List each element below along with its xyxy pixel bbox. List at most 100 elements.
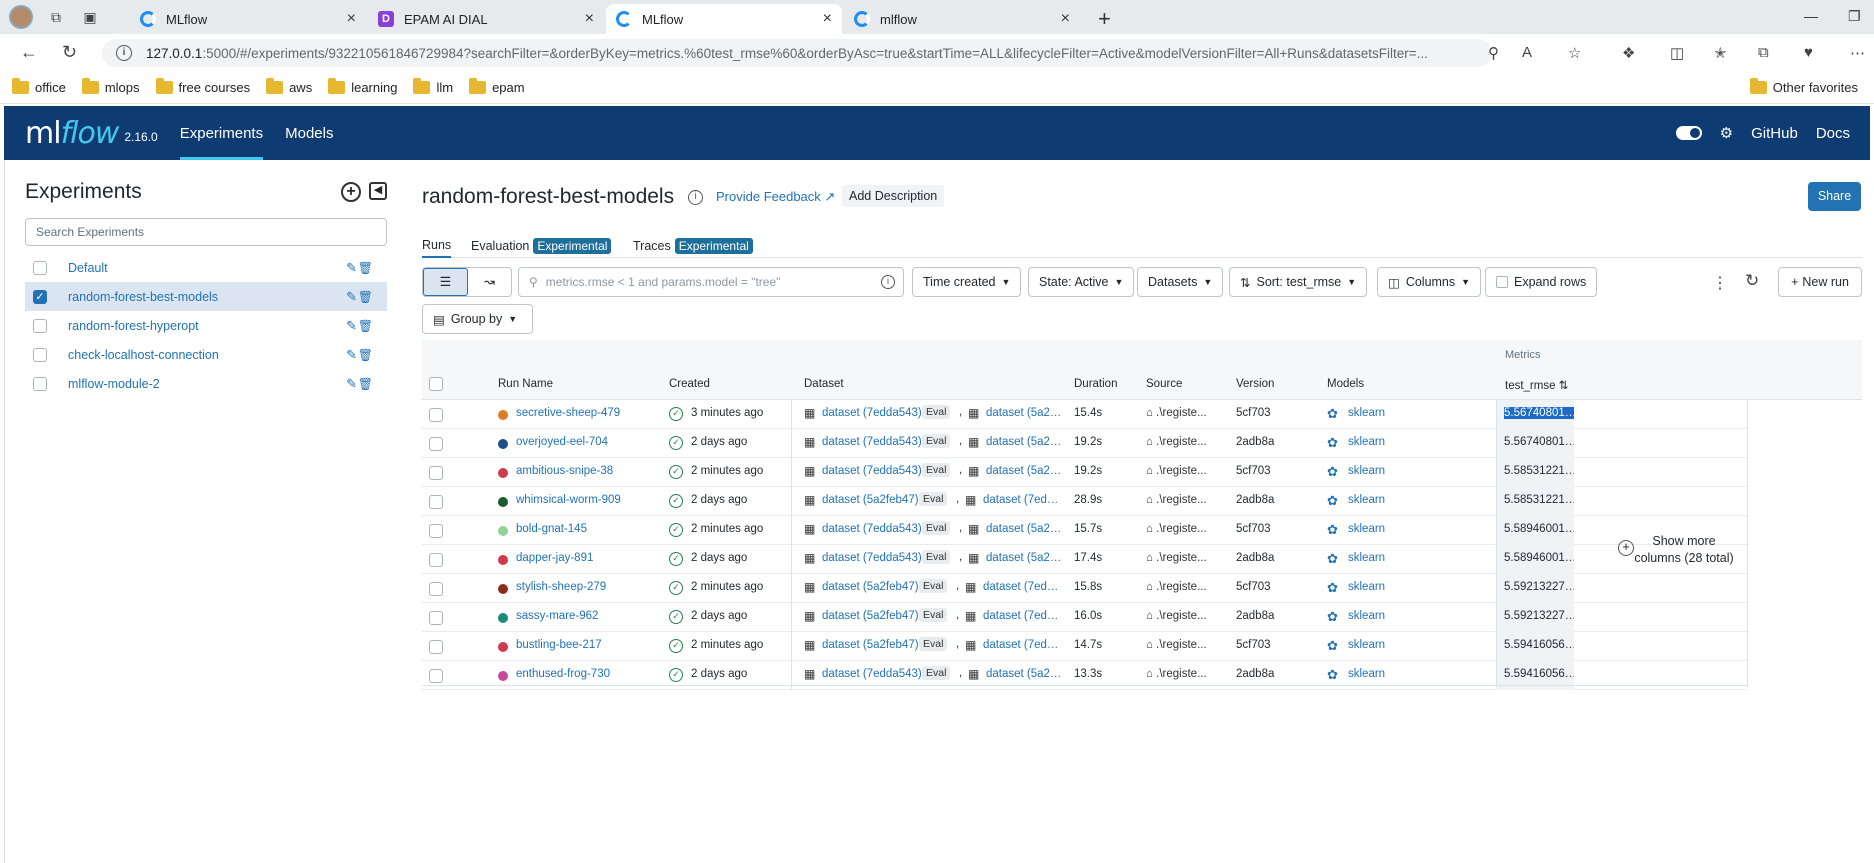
row-checkbox[interactable] bbox=[429, 582, 443, 596]
table-row[interactable]: ambitious-snipe-38 ✓ 2 minutes ago ▦ dataset… bbox=[422, 458, 1747, 487]
expand-rows-checkbox[interactable] bbox=[1496, 276, 1508, 288]
bookmark-folder[interactable]: office bbox=[12, 78, 66, 95]
close-tab-icon[interactable]: × bbox=[585, 10, 594, 28]
row-checkbox[interactable] bbox=[429, 553, 443, 567]
run-name-link[interactable]: sassy-mare-962 bbox=[516, 610, 598, 622]
refresh-icon[interactable]: ↻ bbox=[1745, 271, 1759, 291]
run-name-link[interactable]: whimsical-worm-909 bbox=[516, 494, 621, 506]
tab-runs[interactable]: Runs bbox=[422, 238, 452, 258]
column-header-run-name[interactable]: Run Name bbox=[498, 378, 553, 390]
column-header-duration[interactable]: Duration bbox=[1074, 378, 1117, 390]
search-help-icon[interactable]: i bbox=[881, 275, 895, 289]
source-cell[interactable]: ⌂ .\registe... bbox=[1146, 465, 1207, 477]
favorite-star-icon[interactable]: ☆ bbox=[1568, 44, 1581, 62]
experiment-name[interactable]: Default bbox=[68, 261, 387, 275]
edit-pencil-icon[interactable]: ✎ bbox=[346, 260, 357, 276]
bookmark-folder[interactable]: mlops bbox=[81, 78, 140, 95]
model-link[interactable]: sklearn bbox=[1348, 581, 1385, 593]
collections-icon[interactable]: ⧉ bbox=[1758, 44, 1769, 61]
dataset-link[interactable]: dataset (5a2feb47) bbox=[822, 581, 919, 593]
workspaces-icon[interactable]: ⧉ bbox=[45, 6, 67, 28]
bookmark-folder[interactable]: free courses bbox=[155, 78, 250, 95]
model-link[interactable]: sklearn bbox=[1348, 523, 1385, 535]
source-cell[interactable]: ⌂ .\registe... bbox=[1146, 668, 1207, 680]
experiment-item[interactable]: random-forest-hyperopt ✎ 🗑 bbox=[25, 311, 387, 340]
row-checkbox[interactable] bbox=[429, 640, 443, 654]
dataset-link[interactable]: dataset (5a2… bbox=[986, 465, 1061, 477]
more-options-icon[interactable]: ⋮ bbox=[1712, 273, 1728, 293]
row-checkbox[interactable] bbox=[429, 466, 443, 480]
sort-dropdown[interactable]: ⇅ Sort: test_rmse ▼ bbox=[1229, 267, 1368, 297]
experiment-checkbox[interactable] bbox=[33, 318, 47, 333]
new-tab-icon[interactable]: + bbox=[1098, 6, 1111, 32]
experiment-checkbox[interactable] bbox=[33, 347, 47, 362]
favorites-icon[interactable]: ✭ bbox=[1714, 44, 1727, 62]
source-cell[interactable]: ⌂ .\registe... bbox=[1146, 581, 1207, 593]
column-header-models[interactable]: Models bbox=[1327, 378, 1364, 390]
restore-icon[interactable]: ❐ bbox=[1848, 8, 1861, 25]
column-header-dataset[interactable]: Dataset bbox=[804, 378, 844, 390]
table-row[interactable]: sassy-mare-962 ✓ 2 days ago ▦ dataset (5a2fe… bbox=[422, 603, 1747, 632]
read-aloud-icon[interactable]: A bbox=[1522, 44, 1532, 61]
edit-pencil-icon[interactable]: ✎ bbox=[346, 318, 357, 334]
experiment-name[interactable]: mlflow-module-2 bbox=[68, 377, 387, 391]
docs-link[interactable]: Docs bbox=[1816, 125, 1850, 142]
datasets-dropdown[interactable]: Datasets ▼ bbox=[1137, 267, 1224, 297]
share-button[interactable]: Share bbox=[1808, 182, 1861, 211]
dataset-link[interactable]: dataset (7edda543) bbox=[822, 668, 922, 680]
dark-mode-toggle[interactable] bbox=[1675, 126, 1702, 140]
chart-view-icon[interactable]: ↝ bbox=[468, 268, 511, 296]
experiment-item[interactable]: Default ✎ 🗑 bbox=[25, 253, 387, 282]
experiment-item[interactable]: check-localhost-connection ✎ 🗑 bbox=[25, 340, 387, 369]
dataset-link[interactable]: dataset (5a2… bbox=[986, 523, 1061, 535]
site-info-icon[interactable]: i bbox=[116, 45, 132, 61]
url-bar[interactable]: i 127.0.0.1:5000/#/experiments/932210561… bbox=[102, 39, 1492, 67]
run-color-dot[interactable] bbox=[498, 555, 508, 565]
dataset-link[interactable]: dataset (7edda543) bbox=[822, 552, 922, 564]
experiment-item-selected[interactable]: ✓ random-forest-best-models ✎ 🗑 bbox=[25, 282, 387, 311]
dataset-link[interactable]: dataset (5a2… bbox=[986, 407, 1061, 419]
run-color-dot[interactable] bbox=[498, 439, 508, 449]
table-row[interactable]: whimsical-worm-909 ✓ 2 days ago ▦ dataset (5… bbox=[422, 487, 1747, 516]
experiment-name[interactable]: random-forest-hyperopt bbox=[68, 319, 387, 333]
group-by-dropdown[interactable]: ▤ Group by ▼ bbox=[422, 304, 533, 334]
table-row[interactable]: bold-gnat-145 ✓ 2 minutes ago ▦ dataset (7ed… bbox=[422, 516, 1747, 545]
browser-tab-mlflow-1[interactable]: MLflow × bbox=[130, 4, 366, 34]
source-cell[interactable]: ⌂ .\registe... bbox=[1146, 436, 1207, 448]
table-row[interactable]: overjoyed-eel-704 ✓ 2 days ago ▦ dataset (7e… bbox=[422, 429, 1747, 458]
tab-actions-icon[interactable]: ▣ bbox=[79, 6, 101, 28]
create-experiment-icon[interactable]: + bbox=[341, 182, 361, 202]
run-color-dot[interactable] bbox=[498, 584, 508, 594]
run-name-link[interactable]: ambitious-snipe-38 bbox=[516, 465, 613, 477]
model-link[interactable]: sklearn bbox=[1348, 639, 1385, 651]
run-color-dot[interactable] bbox=[498, 410, 508, 420]
dataset-link[interactable]: dataset (7ed… bbox=[983, 610, 1058, 622]
experiment-checkbox[interactable] bbox=[33, 376, 47, 391]
select-all-checkbox[interactable] bbox=[429, 377, 443, 391]
extensions-icon[interactable]: ❖ bbox=[1622, 44, 1635, 62]
close-tab-icon[interactable]: × bbox=[823, 10, 832, 28]
column-header-test-rmse[interactable]: test_rmse ⇅ bbox=[1505, 378, 1568, 392]
split-screen-icon[interactable]: ◫ bbox=[1670, 44, 1684, 62]
bookmark-folder[interactable]: llm bbox=[413, 78, 453, 95]
row-checkbox[interactable] bbox=[429, 611, 443, 625]
row-checkbox[interactable] bbox=[429, 524, 443, 538]
delete-trash-icon[interactable]: 🗑 bbox=[358, 261, 373, 275]
model-link[interactable]: sklearn bbox=[1348, 610, 1385, 622]
dataset-link[interactable]: dataset (5a2feb47) bbox=[822, 494, 919, 506]
model-link[interactable]: sklearn bbox=[1348, 436, 1385, 448]
source-cell[interactable]: ⌂ .\registe... bbox=[1146, 494, 1207, 506]
run-color-dot[interactable] bbox=[498, 613, 508, 623]
run-color-dot[interactable] bbox=[498, 671, 508, 681]
edit-pencil-icon[interactable]: ✎ bbox=[346, 376, 357, 392]
model-link[interactable]: sklearn bbox=[1348, 465, 1385, 477]
model-link[interactable]: sklearn bbox=[1348, 494, 1385, 506]
delete-trash-icon[interactable]: 🗑 bbox=[358, 290, 373, 304]
model-link[interactable]: sklearn bbox=[1348, 407, 1385, 419]
run-color-dot[interactable] bbox=[498, 497, 508, 507]
row-checkbox[interactable] bbox=[429, 437, 443, 451]
nav-models[interactable]: Models bbox=[285, 106, 333, 160]
run-name-link[interactable]: stylish-sheep-279 bbox=[516, 581, 606, 593]
dataset-link[interactable]: dataset (5a2feb47) bbox=[822, 610, 919, 622]
experiment-checkbox[interactable] bbox=[33, 260, 47, 275]
